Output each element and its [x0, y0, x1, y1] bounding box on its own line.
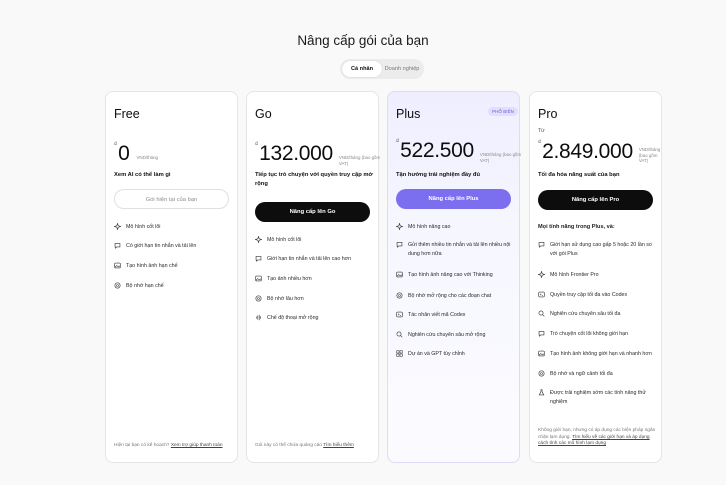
plan-name: Go [255, 107, 272, 121]
sparkle-icon [114, 223, 121, 230]
image-icon [396, 271, 403, 278]
feature-item: Tạo ảnh nhiều hơn [255, 275, 372, 284]
plan-name: Plus [396, 107, 421, 121]
plan-type-toggle[interactable]: Cá nhân Doanh nghiệp [340, 59, 424, 79]
image-icon [114, 262, 121, 269]
price-prefix: Từ [538, 128, 545, 134]
plan-card-plus: Plus PHỔ BIẾN ₫ 522.500 VND/tháng (bao g… [387, 91, 521, 463]
research-icon [396, 331, 403, 338]
price-amount: 0 [118, 142, 130, 165]
chat-icon [538, 241, 545, 248]
feature-item: Mô hình cốt lõi [255, 236, 372, 245]
price-unit: VND/tháng (bao gồm VAT) [479, 152, 522, 163]
plan-name: Pro [538, 107, 558, 121]
sparkle-icon [255, 236, 262, 243]
price-amount: 132.000 [259, 142, 333, 165]
popular-badge: PHỔ BIẾN [488, 107, 518, 116]
feature-item: Bộ nhớ mở rộng cho các đoạn chat [396, 292, 513, 301]
flask-icon [538, 389, 545, 396]
tab-personal[interactable]: Cá nhân [342, 61, 382, 77]
section-title: Mọi tính năng trong Plus, và: [538, 224, 615, 230]
memory-icon [538, 370, 545, 377]
plan-tagline: Tối đa hóa năng suất của bạn [538, 172, 620, 178]
feature-item: Trò chuyện cốt lõi không giới hạn [538, 330, 655, 339]
feature-item: Có giới hạn tin nhắn và tải lên [114, 242, 231, 251]
price-amount: 2.849.000 [542, 140, 633, 163]
memory-icon [396, 292, 403, 299]
research-icon [538, 310, 545, 317]
feature-item: Chế độ thoại mở rộng [255, 314, 372, 323]
price-unit: VND/tháng (bao gồm VAT) [338, 155, 381, 166]
plan-tagline: Tận hưởng trải nghiệm đầy đủ [396, 172, 481, 178]
card-footer: Gói này có thể chứa quảng cáo Tìm hiểu t… [255, 443, 354, 448]
image-icon [255, 275, 262, 282]
price-amount: 522.500 [400, 139, 474, 162]
gpt-icon [396, 350, 403, 357]
card-footer: Hiện tại bạn có kế hoạch? Xem trợ giúp t… [114, 443, 223, 448]
codex-icon [538, 291, 545, 298]
feature-item: Tạo hình ảnh nâng cao với Thinking [396, 271, 513, 280]
feature-item: Tạo hình ảnh hạn chế [114, 262, 231, 271]
sparkle-icon [538, 271, 545, 278]
voice-icon [255, 314, 262, 321]
upgrade-pro-button[interactable]: Nâng cấp lên Pro [538, 190, 653, 210]
chat-icon [538, 330, 545, 337]
currency-symbol: ₫ [114, 142, 118, 148]
page-title: Nâng cấp gói của bạn [297, 33, 429, 48]
chat-icon [255, 255, 262, 262]
plan-tagline: Tiếp tục trò chuyện với quyền truy cập m… [255, 172, 373, 187]
plan-card-pro: Pro Từ ₫ 2.849.000 VND/tháng (bao gồm VA… [529, 91, 662, 463]
feature-item: Giới hạn sử dụng cao gấp 5 hoặc 20 lần s… [538, 241, 655, 258]
billing-help-link[interactable]: Xem trợ giúp thanh toán [171, 443, 223, 448]
feature-item: Nghiên cứu chuyên sâu tối đa [538, 310, 655, 319]
currency-symbol: ₫ [538, 140, 542, 146]
feature-item: Bộ nhớ lâu hơn [255, 295, 372, 304]
chat-icon [114, 242, 121, 249]
feature-item: Quyền truy cập tối đa vào Codex [538, 291, 655, 300]
upgrade-plus-button[interactable]: Nâng cấp lên Plus [396, 189, 511, 209]
feature-item: Dự án và GPT tùy chỉnh [396, 350, 513, 359]
feature-item: Mô hình nâng cao [396, 223, 513, 232]
image-icon [538, 350, 545, 357]
sparkle-icon [396, 223, 403, 230]
feature-item: Được trải nghiệm sớm các tính năng thử n… [538, 389, 655, 406]
feature-item: Tác nhân viết mã Codex [396, 311, 513, 320]
memory-icon [255, 295, 262, 302]
feature-item: Gửi thêm nhiều tin nhắn và tải lên nhiều… [396, 241, 513, 258]
feature-item: Tạo hình ảnh không giới hạn và nhanh hơn [538, 350, 655, 359]
currency-symbol: ₫ [396, 139, 400, 145]
currency-symbol: ₫ [255, 142, 259, 148]
memory-icon [114, 282, 121, 289]
feature-item: Bộ nhớ và ngữ cảnh tối đa [538, 370, 655, 379]
upgrade-go-button[interactable]: Nâng cấp lên Go [255, 202, 370, 222]
feature-item: Mô hình Frontier Pro [538, 271, 655, 280]
price-unit: VND/tháng [136, 155, 158, 160]
card-footer: Không giới hạn, nhưng có áp dụng các biệ… [538, 428, 656, 446]
plan-tagline: Xem AI có thể làm gì [114, 172, 171, 178]
plan-name: Free [114, 107, 140, 121]
chat-icon [396, 241, 403, 248]
tab-business[interactable]: Doanh nghiệp [382, 61, 422, 77]
plan-card-free: Free ₫ 0 VND/tháng Xem AI có thể làm gì … [105, 91, 238, 463]
feature-item: Giới hạn tin nhắn và tải lên cao hơn [255, 255, 372, 264]
feature-item: Nghiên cứu chuyên sâu mở rộng [396, 331, 513, 340]
price-unit: VND/tháng (bao gồm VAT) [638, 147, 661, 163]
learn-more-link[interactable]: Tìm hiểu thêm [323, 443, 354, 448]
current-plan-button[interactable]: Gói hiện tại của bạn [114, 189, 229, 209]
feature-item: Mô hình cốt lõi [114, 223, 231, 232]
codex-icon [396, 311, 403, 318]
plan-card-go: Go ₫ 132.000 VND/tháng (bao gồm VAT) Tiế… [246, 91, 380, 463]
feature-item: Bộ nhớ hạn chế [114, 282, 231, 291]
